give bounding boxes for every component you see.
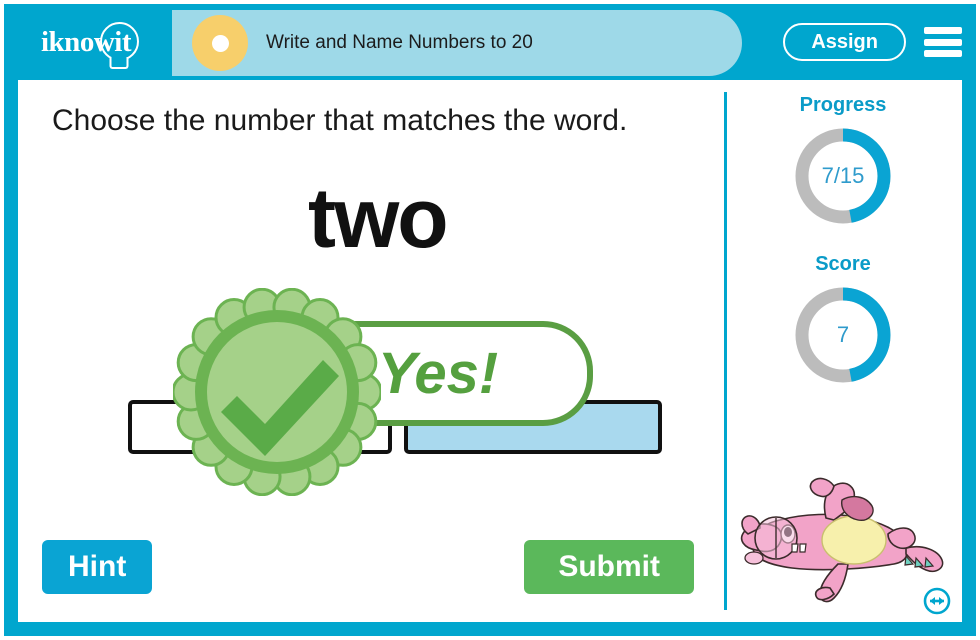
- question-stage: two Yes!: [18, 176, 724, 496]
- assign-button[interactable]: Assign: [783, 23, 906, 61]
- checkmark-rosette-icon: [173, 288, 381, 496]
- progress-label: Progress: [799, 94, 887, 116]
- lesson-dot-icon: [192, 15, 248, 71]
- submit-button[interactable]: Submit: [524, 540, 694, 594]
- progress-sidebar: Progress 7/15 Score 7: [724, 80, 962, 622]
- score-label: Score: [815, 253, 871, 275]
- question-pane: Choose the number that matches the word.…: [18, 80, 724, 622]
- hint-button[interactable]: Hint: [42, 540, 153, 594]
- lesson-title-pill: Write and Name Numbers to 20: [172, 10, 742, 76]
- brand-logo-text: iknowit: [41, 25, 131, 58]
- header-actions: Assign: [783, 4, 962, 80]
- hamburger-menu-icon[interactable]: [924, 27, 962, 57]
- progress-ring: 7/15: [790, 123, 896, 229]
- main-content: Choose the number that matches the word.…: [18, 80, 962, 622]
- app-header: iknowit Write and Name Numbers to 20 Ass…: [4, 4, 976, 80]
- feedback-message: Yes!: [377, 340, 499, 406]
- pink-dragon-mascot: [730, 468, 954, 608]
- question-word: two: [308, 171, 449, 265]
- lesson-title: Write and Name Numbers to 20: [266, 32, 533, 53]
- resize-horizontal-icon[interactable]: [922, 586, 952, 616]
- score-ring: 7: [790, 282, 896, 388]
- score-value: 7: [836, 322, 850, 347]
- progress-value: 7/15: [821, 163, 865, 188]
- brand-logo[interactable]: iknowit: [4, 4, 172, 80]
- app-frame: iknowit Write and Name Numbers to 20 Ass…: [4, 4, 976, 636]
- question-prompt: Choose the number that matches the word.: [52, 104, 628, 137]
